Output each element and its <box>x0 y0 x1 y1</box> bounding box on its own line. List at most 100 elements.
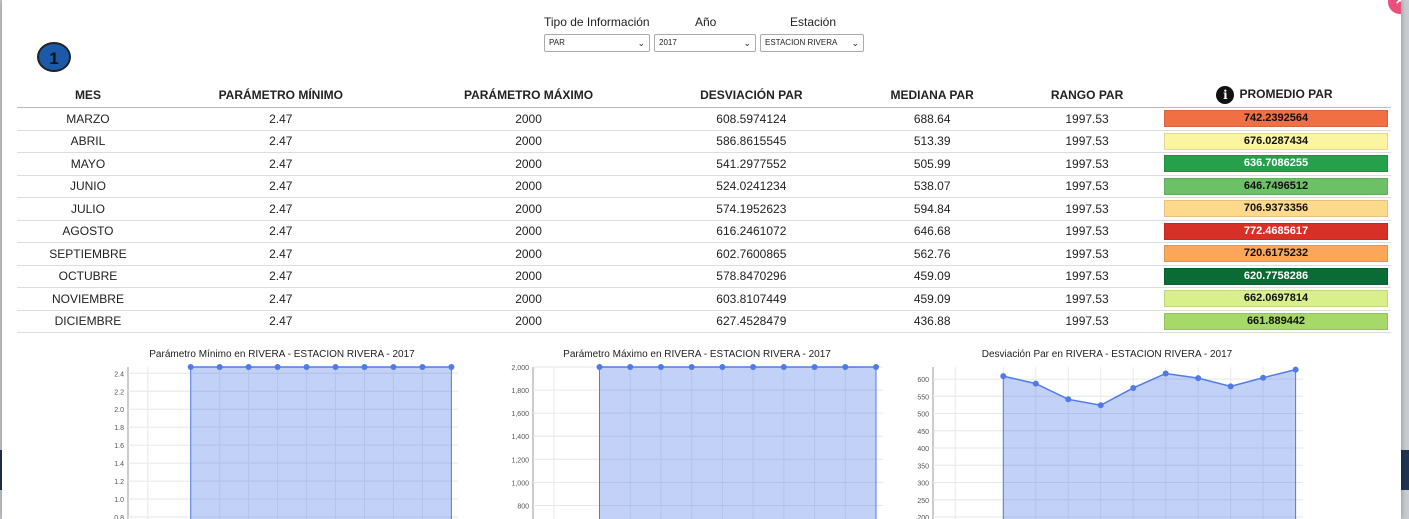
cell-mes: NOVIEMBRE <box>17 287 159 311</box>
y-tick-label: 1,400 <box>511 434 529 441</box>
estacion-select-value: ESTACION RIVERA <box>765 38 838 47</box>
cell-promedio: 620.7758286 <box>1158 265 1391 288</box>
y-tick-label: 600 <box>917 377 929 384</box>
cell-mediana: 646.68 <box>848 220 1017 243</box>
close-button[interactable]: × <box>1388 0 1401 14</box>
y-tick-label: 200 <box>917 515 929 519</box>
promedio-value-badge: 676.0287434 <box>1164 132 1388 150</box>
cell-promedio: 720.6175232 <box>1158 242 1391 266</box>
table-row: ABRIL 2.47 2000 586.8615545 513.39 1997.53 676… <box>17 130 1391 153</box>
cell-rango: 1997.53 <box>1016 242 1158 266</box>
cell-desv: 586.8615545 <box>654 130 849 153</box>
cell-mediana: 436.88 <box>848 310 1017 333</box>
data-point <box>1097 402 1104 409</box>
col-header-rango: RANGO PAR <box>1016 82 1158 108</box>
cell-desv: 574.1952623 <box>654 197 849 221</box>
series-area <box>1003 369 1296 519</box>
cell-mediana: 688.64 <box>848 107 1017 131</box>
promedio-value-badge: 620.7758286 <box>1164 267 1388 285</box>
data-point <box>245 364 252 370</box>
promedio-value-badge: 662.0697814 <box>1164 290 1388 308</box>
cell-min: 2.47 <box>158 220 403 243</box>
anio-select-value: 2017 <box>659 38 677 47</box>
chevron-down-icon: ⌄ <box>637 38 645 48</box>
table-header-row: MES PARÁMETRO MÍNIMO PARÁMETRO MÁXIMO DE… <box>17 82 1391 108</box>
cell-promedio: 706.9373356 <box>1158 197 1391 221</box>
data-point <box>1032 380 1039 387</box>
series-area <box>190 367 452 519</box>
table-row: MARZO 2.47 2000 608.5974124 688.64 1997.53 742… <box>17 107 1391 131</box>
cell-mediana: 594.84 <box>848 197 1017 221</box>
data-point <box>688 364 695 370</box>
info-icon[interactable]: i <box>1216 85 1235 104</box>
data-point <box>1227 383 1234 390</box>
data-point <box>1195 375 1202 382</box>
cell-max: 2000 <box>402 287 655 311</box>
y-tick-label: 1,600 <box>511 411 529 418</box>
cell-rango: 1997.53 <box>1016 287 1158 311</box>
cell-rango: 1997.53 <box>1016 152 1158 176</box>
data-point <box>361 364 368 370</box>
table-row: MAYO 2.47 2000 541.2977552 505.99 1997.53 636.… <box>17 152 1391 176</box>
cell-min: 2.47 <box>158 310 403 333</box>
data-point <box>1292 366 1299 373</box>
y-tick-label: 450 <box>917 429 929 436</box>
table-row: OCTUBRE 2.47 2000 578.8470296 459.09 1997.53 6… <box>17 265 1391 288</box>
cell-desv: 541.2977552 <box>654 152 849 176</box>
y-tick-label: 500 <box>917 412 929 419</box>
cell-mes: MAYO <box>17 152 159 176</box>
col-header-mes: MES <box>17 82 159 108</box>
data-point <box>1260 374 1267 381</box>
data-point <box>274 364 281 370</box>
cell-max: 2000 <box>402 175 655 198</box>
data-point <box>303 364 310 370</box>
cell-mediana: 505.99 <box>848 152 1017 176</box>
cell-min: 2.47 <box>158 175 403 198</box>
tipo-select[interactable]: PAR ⌄ <box>544 34 650 52</box>
cell-mediana: 538.07 <box>848 175 1017 198</box>
promedio-value-badge: 742.2392564 <box>1164 110 1388 128</box>
table-row: DICIEMBRE 2.47 2000 627.4528479 436.88 1997.5… <box>17 310 1391 333</box>
y-tick-label: 2,000 <box>511 365 529 372</box>
cell-max: 2000 <box>402 265 655 288</box>
y-tick-label: 0.8 <box>114 515 124 519</box>
statistics-table: MES PARÁMETRO MÍNIMO PARÁMETRO MÁXIMO DE… <box>17 82 1391 333</box>
cell-mes: JULIO <box>17 197 159 221</box>
series-area <box>599 367 876 519</box>
cell-min: 2.47 <box>158 265 403 288</box>
cell-mes: DICIEMBRE <box>17 310 159 333</box>
data-point <box>811 364 818 370</box>
cell-min: 2.47 <box>158 242 403 266</box>
y-tick-label: 2.2 <box>114 389 124 396</box>
cell-mes: MARZO <box>17 107 159 131</box>
cell-desv: 602.7600865 <box>654 242 849 266</box>
cell-max: 2000 <box>402 130 655 153</box>
promedio-value-badge: 772.4685617 <box>1164 222 1388 240</box>
estacion-select[interactable]: ESTACION RIVERA ⌄ <box>760 34 864 52</box>
promedio-value-badge: 720.6175232 <box>1164 245 1388 263</box>
data-point <box>873 364 879 370</box>
data-point <box>1130 384 1137 391</box>
y-tick-label: 2.0 <box>114 407 124 414</box>
filter-bar: Tipo de Información Año Estación PAR ⌄ 2… <box>2 13 1401 53</box>
promedio-value-badge: 706.9373356 <box>1164 200 1388 218</box>
anio-select[interactable]: 2017 ⌄ <box>654 34 756 52</box>
data-point <box>1000 373 1007 380</box>
data-point <box>627 364 634 370</box>
col-header-desv: DESVIACIÓN PAR <box>654 82 849 108</box>
table-row: AGOSTO 2.47 2000 616.2461072 646.68 1997.53 77… <box>17 220 1391 243</box>
cell-promedio: 742.2392564 <box>1158 107 1391 131</box>
chart-parametro-minimo: Parámetro Mínimo en RIVERA - ESTACION RI… <box>102 349 462 519</box>
data-point <box>216 364 223 370</box>
col-header-mediana: MEDIANA PAR <box>848 82 1017 108</box>
y-tick-label: 300 <box>917 481 929 488</box>
cell-mes: ABRIL <box>17 130 159 153</box>
cell-mes: AGOSTO <box>17 220 159 243</box>
y-tick-label: 800 <box>517 503 529 510</box>
y-tick-label: 1.6 <box>114 443 124 450</box>
chart-desviacion-par: Desviación Par en RIVERA - ESTACION RIVE… <box>907 349 1307 519</box>
table-row: NOVIEMBRE 2.47 2000 603.8107449 459.09 1997.5… <box>17 287 1391 311</box>
cell-promedio: 662.0697814 <box>1158 287 1391 311</box>
table-body: MARZO 2.47 2000 608.5974124 688.64 1997.53 742… <box>17 107 1391 333</box>
tipo-label: Tipo de Información <box>544 15 650 29</box>
